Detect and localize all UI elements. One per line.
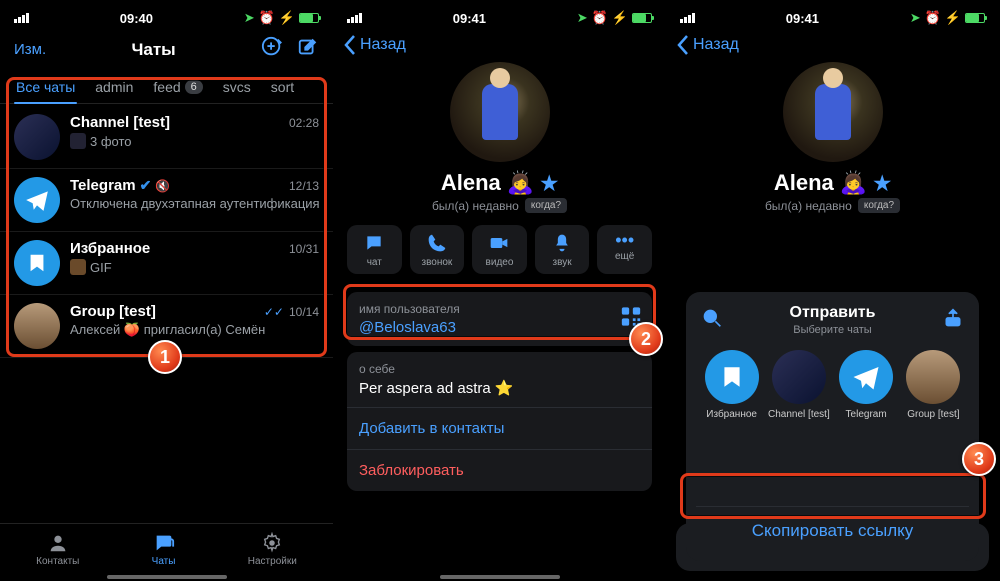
action-video[interactable]: видео (472, 225, 527, 274)
screen-share-sheet: 09:41 ➤⏰⚡ Назад Alena🙇‍♀️★ был(а) недавн… (666, 0, 999, 581)
chat-time: 02:28 (289, 116, 319, 130)
action-mute[interactable]: звук (535, 225, 590, 274)
step-badge-1: 1 (148, 340, 182, 374)
chat-row[interactable]: Избранное 10/31 GIF (0, 232, 333, 295)
username-card[interactable]: имя пользователя @Beloslava63 (347, 292, 652, 346)
status-bar: 09:41 ➤⏰⚡ (666, 0, 999, 28)
chat-name: Telegram✔🔇 (70, 177, 170, 194)
profile-actions: чат звонок видео звук •••ещё (333, 219, 666, 286)
status-time: 09:41 (453, 11, 486, 26)
export-icon[interactable] (943, 308, 963, 333)
battery-icon (299, 13, 319, 23)
chat-name: Group [test] (70, 303, 156, 320)
chat-row[interactable]: Telegram✔🔇 12/13 Отключена двухэтапная ау… (0, 169, 333, 232)
share-item-group[interactable]: Group [test] (902, 350, 965, 420)
tab-all-chats[interactable]: Все чаты (6, 69, 85, 103)
status-bar: 09:40 ➤ ⏰ ⚡ (0, 0, 333, 28)
home-indicator (440, 575, 560, 579)
tabbar-chats[interactable]: Чаты (152, 532, 176, 567)
tabbar-contacts[interactable]: Контакты (36, 532, 79, 567)
chat-preview: Алексей 🍑 пригласил(а) Семён (70, 322, 319, 338)
share-item-saved[interactable]: Избранное (700, 350, 763, 420)
compose-icon[interactable] (297, 36, 319, 63)
star-icon: ★ (540, 171, 558, 196)
tab-admin[interactable]: admin (85, 69, 143, 103)
about-value: Per aspera ad astra ⭐ (359, 379, 640, 397)
avatar (14, 114, 60, 160)
screen-profile: 09:41 ➤⏰⚡ Назад Alena🙇‍♀️★ был(а) недавн… (333, 0, 666, 581)
signal-icon (14, 13, 29, 23)
action-more[interactable]: •••ещё (597, 225, 652, 274)
chat-name: Избранное (70, 240, 150, 257)
chat-preview: Отключена двухэтапная аутентификация! Ал… (70, 196, 319, 212)
status-time: 09:41 (786, 11, 819, 26)
location-icon: ➤ (244, 10, 255, 26)
chat-name: Channel [test] (70, 114, 170, 131)
alarm-icon: ⏰ (259, 10, 275, 26)
profile-info-card: о себе Per aspera ad astra ⭐ Добавить в … (347, 352, 652, 491)
search-icon[interactable] (702, 308, 722, 333)
tab-svcs[interactable]: svcs (213, 69, 261, 103)
chat-folder-tabs: Все чаты admin feed6 svcs sort (0, 69, 333, 104)
copy-link-button[interactable]: Скопировать ссылку (696, 506, 969, 555)
tab-sort[interactable]: sort (261, 69, 304, 103)
tabbar-settings[interactable]: Настройки (248, 532, 297, 567)
page-title: Чаты (131, 40, 175, 60)
charge-icon: ⚡ (279, 10, 295, 26)
new-chat-icon[interactable] (261, 36, 283, 63)
chat-time: ✓✓10/14 (264, 305, 319, 319)
edit-button[interactable]: Изм. (14, 41, 46, 58)
sheet-title: ОтправитьВыберите чаты (722, 304, 943, 336)
profile-name: Alena🙇‍♀️★ (441, 170, 558, 196)
add-to-contacts[interactable]: Добавить в контакты (347, 407, 652, 449)
chat-preview: GIF (70, 259, 319, 275)
share-item-telegram[interactable]: Telegram (835, 350, 898, 420)
last-seen: был(а) недавнокогда? (765, 198, 900, 213)
home-indicator (107, 575, 227, 579)
profile-header: Alena🙇‍♀️★ был(а) недавнокогда? (333, 62, 666, 219)
chats-header: Изм. Чаты (0, 28, 333, 69)
step-badge-2: 2 (629, 322, 663, 356)
when-button[interactable]: когда? (525, 198, 567, 213)
username-label: имя пользователя (359, 302, 640, 316)
username-value: @Beloslava63 (359, 319, 640, 336)
profile-avatar[interactable] (450, 62, 550, 162)
chat-time: 10/31 (289, 242, 319, 256)
back-button[interactable]: Назад (333, 28, 666, 62)
status-time: 09:40 (120, 11, 153, 26)
avatar (14, 303, 60, 349)
chat-preview: 3 фото (70, 133, 319, 149)
feed-badge: 6 (185, 80, 203, 94)
last-seen: был(а) недавнокогда? (432, 198, 567, 213)
verified-icon: ✔ (140, 177, 152, 194)
chat-list: Channel [test] 02:28 3 фото Telegram✔🔇 12/… (0, 104, 333, 358)
read-checks-icon: ✓✓ (264, 305, 284, 319)
avatar (14, 240, 60, 286)
share-sheet: ОтправитьВыберите чаты Избранное Channel… (686, 292, 979, 561)
mute-icon: 🔇 (155, 179, 170, 193)
block-user[interactable]: Заблокировать (347, 449, 652, 491)
profile-header: Alena🙇‍♀️★ был(а) недавнокогда? (666, 62, 999, 219)
action-call[interactable]: звонок (410, 225, 465, 274)
chat-time: 12/13 (289, 179, 319, 193)
status-bar: 09:41 ➤⏰⚡ (333, 0, 666, 28)
share-item-channel[interactable]: Channel [test] (767, 350, 830, 420)
action-chat[interactable]: чат (347, 225, 402, 274)
back-button[interactable]: Назад (666, 28, 999, 62)
step-badge-3: 3 (962, 442, 996, 476)
avatar (14, 177, 60, 223)
bottom-tabbar: Контакты Чаты Настройки (0, 523, 333, 575)
chat-row[interactable]: Channel [test] 02:28 3 фото (0, 106, 333, 169)
profile-avatar (783, 62, 883, 162)
share-targets: Избранное Channel [test] Telegram Group … (696, 340, 969, 426)
screen-chats: 09:40 ➤ ⏰ ⚡ Изм. Чаты 1 Все чаты admin f… (0, 0, 333, 581)
about-label: о себе (359, 362, 640, 376)
profile-name: Alena🙇‍♀️★ (774, 170, 891, 196)
tab-feed[interactable]: feed6 (143, 69, 212, 103)
